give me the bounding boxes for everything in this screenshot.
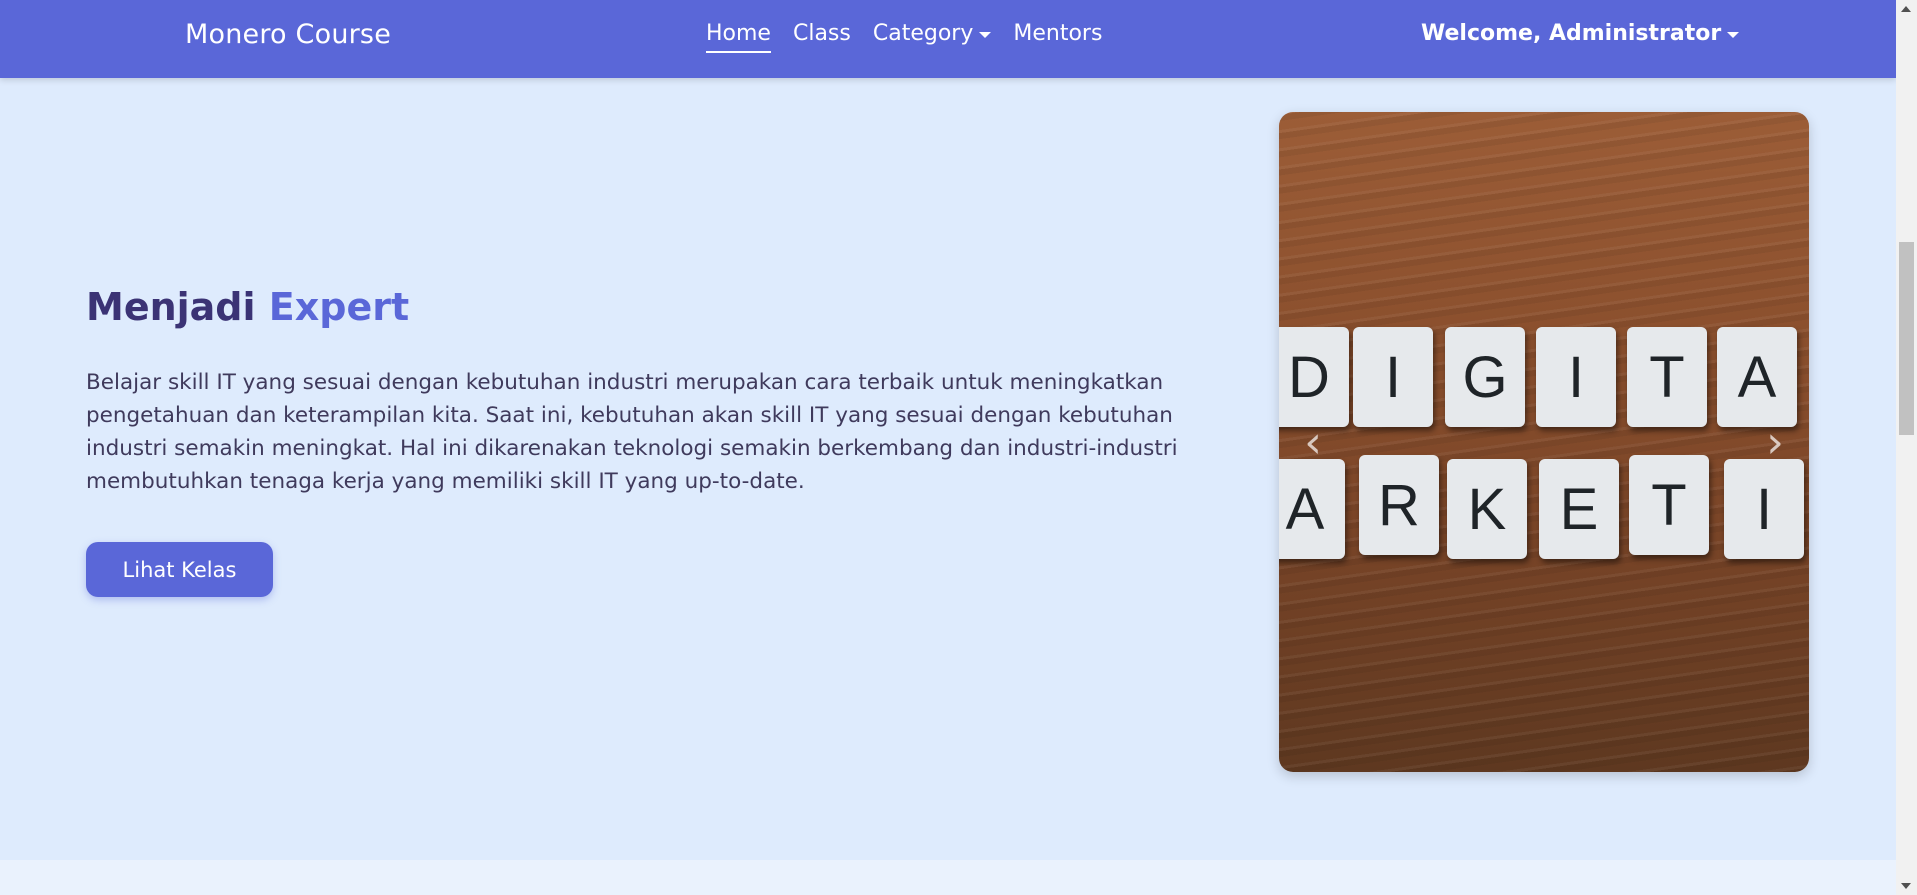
scroll-down-arrow-icon[interactable] [1901,883,1911,889]
letter-tile: A [1717,327,1797,427]
user-menu-dropdown[interactable]: Welcome, Administrator [1421,21,1740,46]
letter-tile: T [1627,327,1707,427]
letter-tile: I [1724,459,1804,559]
letter-tile: K [1447,459,1527,559]
welcome-text: Welcome, Administrator [1421,21,1722,46]
navbar: Monero Course Home Class Category Mentor… [0,0,1896,78]
chevron-right-icon: › [1766,416,1784,468]
letter-tile: D [1279,327,1349,427]
letter-tile: R [1359,455,1439,555]
letter-tile: I [1536,327,1616,427]
lihat-kelas-button[interactable]: Lihat Kelas [86,542,273,597]
nav-link-mentors[interactable]: Mentors [1013,21,1102,52]
scrollbar-thumb[interactable] [1899,242,1914,435]
carousel-image-background [1279,112,1809,772]
caret-down-icon [1727,31,1740,38]
letter-tile: T [1629,455,1709,555]
letter-tile: A [1279,459,1345,559]
letter-tile: G [1445,327,1525,427]
next-section [0,860,1896,895]
hero-title-accent: Expert [268,285,410,329]
chevron-left-icon: ‹ [1304,416,1322,468]
carousel-next-button[interactable]: › [1755,416,1795,468]
letter-tile: E [1539,459,1619,559]
brand-logo[interactable]: Monero Course [185,19,391,50]
scroll-up-arrow-icon[interactable] [1901,6,1911,12]
hero-carousel: D I G I T A A R K E T I ‹ › [1279,112,1809,772]
nav-link-category-label: Category [872,21,974,46]
nav-links: Home Class Category Mentors [706,21,1102,53]
nav-link-class[interactable]: Class [793,21,851,52]
hero-title: Menjadi Expert [86,285,409,329]
hero-title-part1: Menjadi [86,285,256,329]
carousel-prev-button[interactable]: ‹ [1293,416,1333,468]
page-scrollbar[interactable] [1896,0,1917,895]
letter-tile: I [1353,327,1433,427]
nav-dropdown-category[interactable]: Category [873,21,992,52]
caret-down-icon [979,31,992,38]
nav-link-home[interactable]: Home [706,21,771,53]
hero-description: Belajar skill IT yang sesuai dengan kebu… [86,370,1178,494]
